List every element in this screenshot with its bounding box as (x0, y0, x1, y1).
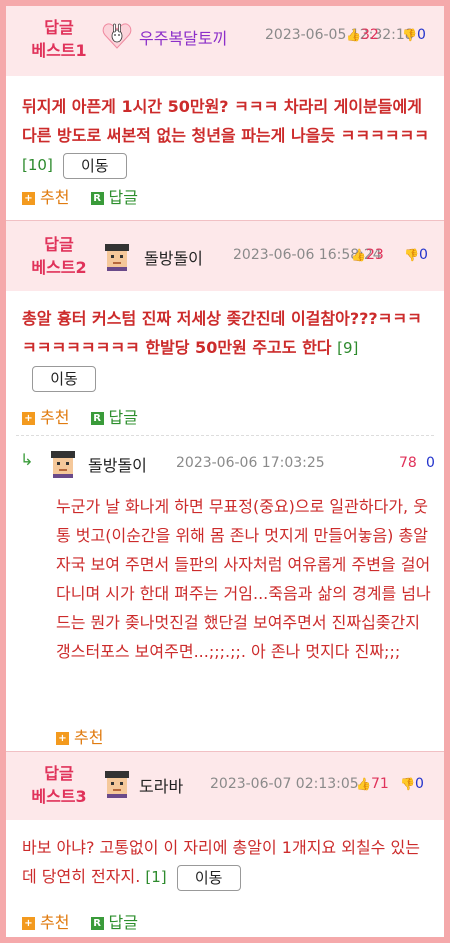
downvote[interactable]: 👎0 (400, 776, 424, 792)
nickname[interactable]: 도라바 (139, 773, 183, 797)
best-header: 답글 베스트3 도라바 2023-06-07 02:13:05 👍71 👎0 (6, 752, 444, 820)
upvote[interactable]: 78 (399, 455, 417, 471)
badge-line2: 베스트1 (31, 41, 87, 60)
best-header: 답글 베스트2 돌방돌이 2023-06-06 16:58:24 👍23 👎0 (6, 221, 444, 291)
pixel-avatar-icon[interactable] (102, 241, 132, 271)
post-date: 2023-06-06 17:03:25 (176, 455, 325, 471)
reply-button[interactable]: R 답글 (90, 909, 138, 933)
recommend-button[interactable]: + 추천 (22, 404, 69, 428)
thumbs-up-icon: 👍 (356, 777, 371, 791)
thumbs-down-icon: 👎 (400, 777, 415, 791)
plus-icon: + (22, 412, 35, 425)
dashed-divider (16, 435, 434, 436)
reply-r-icon: R (90, 192, 104, 205)
reply-count: [9] (337, 339, 359, 357)
thumbs-up-icon: 👍 (346, 28, 361, 42)
badge-line2: 베스트2 (31, 258, 87, 277)
reply-r-icon: R (90, 412, 104, 425)
best-header: 답글 베스트1 우주복달토끼 2023-06-05 12:32:18 👍32 👎… (6, 6, 444, 76)
comment-body: 뒤지게 아픈게 1시간 50만원? ㅋㅋㅋ 차라리 게이분들에게 다른 방도로 … (22, 92, 432, 180)
post-date: 2023-06-05 12:32:18 (265, 27, 414, 43)
best-comment-2: 답글 베스트2 돌방돌이 2023-06-06 16:58:24 👍23 👎0 … (6, 221, 444, 427)
badge-line1: 답글 (44, 764, 74, 783)
upvote[interactable]: 👍71 (356, 776, 389, 792)
downvote[interactable]: 👎0 (402, 27, 426, 43)
badge-line2: 베스트3 (31, 787, 87, 806)
nickname[interactable]: 돌방돌이 (88, 452, 147, 476)
best-badge: 답글 베스트1 (20, 16, 98, 62)
comment-panel: 답글 베스트1 우주복달토끼 2023-06-05 12:32:18 👍32 👎… (0, 0, 450, 943)
comment-body: 총알 흉터 커스텀 진짜 저세상 좆간진데 이걸참아???ㅋㅋㅋㅋㅋㅋㅋㅋㅋㅋㅋ… (22, 304, 432, 392)
move-button[interactable]: 이동 (176, 864, 241, 891)
badge-line1: 답글 (44, 235, 74, 254)
comment-body: 바보 아냐? 고통없이 이 자리에 총알이 1개지요 외칠수 있는데 당연히 전… (22, 833, 432, 892)
nickname[interactable]: 돌방돌이 (144, 245, 203, 269)
best-badge: 답글 베스트3 (20, 762, 98, 808)
thumbs-down-icon: 👎 (404, 248, 419, 262)
best-badge: 답글 베스트2 (20, 233, 98, 279)
comment-body: 누군가 날 화나게 하면 무표정(중요)으로 일관하다가, 웃통 벗고(이순간을… (56, 497, 431, 661)
reply-r-icon: R (90, 917, 104, 930)
reply-arrow-icon: ↳ (20, 450, 34, 469)
nickname[interactable]: 우주복달토끼 (139, 25, 227, 49)
recommend-button[interactable]: + 추천 (56, 724, 103, 748)
recommend-button[interactable]: + 추천 (22, 184, 69, 208)
plus-icon: + (22, 192, 35, 205)
thumbs-up-icon: 👍 (351, 248, 366, 262)
comment-actions: + 추천 R 답글 (22, 909, 154, 933)
pixel-avatar-icon[interactable] (102, 768, 132, 798)
best-comment-3: 답글 베스트3 도라바 2023-06-07 02:13:05 👍71 👎0 바… (6, 752, 444, 932)
upvote[interactable]: 👍32 (346, 27, 379, 43)
move-button[interactable]: 이동 (62, 152, 127, 179)
upvote[interactable]: 👍23 (351, 247, 384, 263)
badge-line1: 답글 (44, 18, 74, 37)
downvote[interactable]: 👎0 (404, 247, 428, 263)
downvote[interactable]: 0 (426, 455, 435, 471)
thumbs-down-icon: 👎 (402, 28, 417, 42)
post-date: 2023-06-07 02:13:05 (210, 776, 359, 792)
comment-actions: + 추천 R 답글 (22, 184, 154, 208)
move-button[interactable]: 이동 (32, 365, 96, 392)
reply-count: [10] (22, 156, 53, 174)
heart-bunny-avatar-icon[interactable] (102, 20, 132, 50)
reply-button[interactable]: R 답글 (90, 184, 138, 208)
reply-count: [1] (145, 868, 167, 886)
plus-icon: + (56, 732, 69, 745)
comment-actions: + 추천 R 답글 (22, 404, 154, 428)
pixel-avatar-icon[interactable] (48, 448, 78, 478)
recommend-button[interactable]: + 추천 (22, 909, 69, 933)
plus-icon: + (22, 917, 35, 930)
best-comment-1: 답글 베스트1 우주복달토끼 2023-06-05 12:32:18 👍32 👎… (6, 6, 444, 207)
reply-button[interactable]: R 답글 (90, 404, 138, 428)
comment-actions: + 추천 (56, 724, 119, 748)
